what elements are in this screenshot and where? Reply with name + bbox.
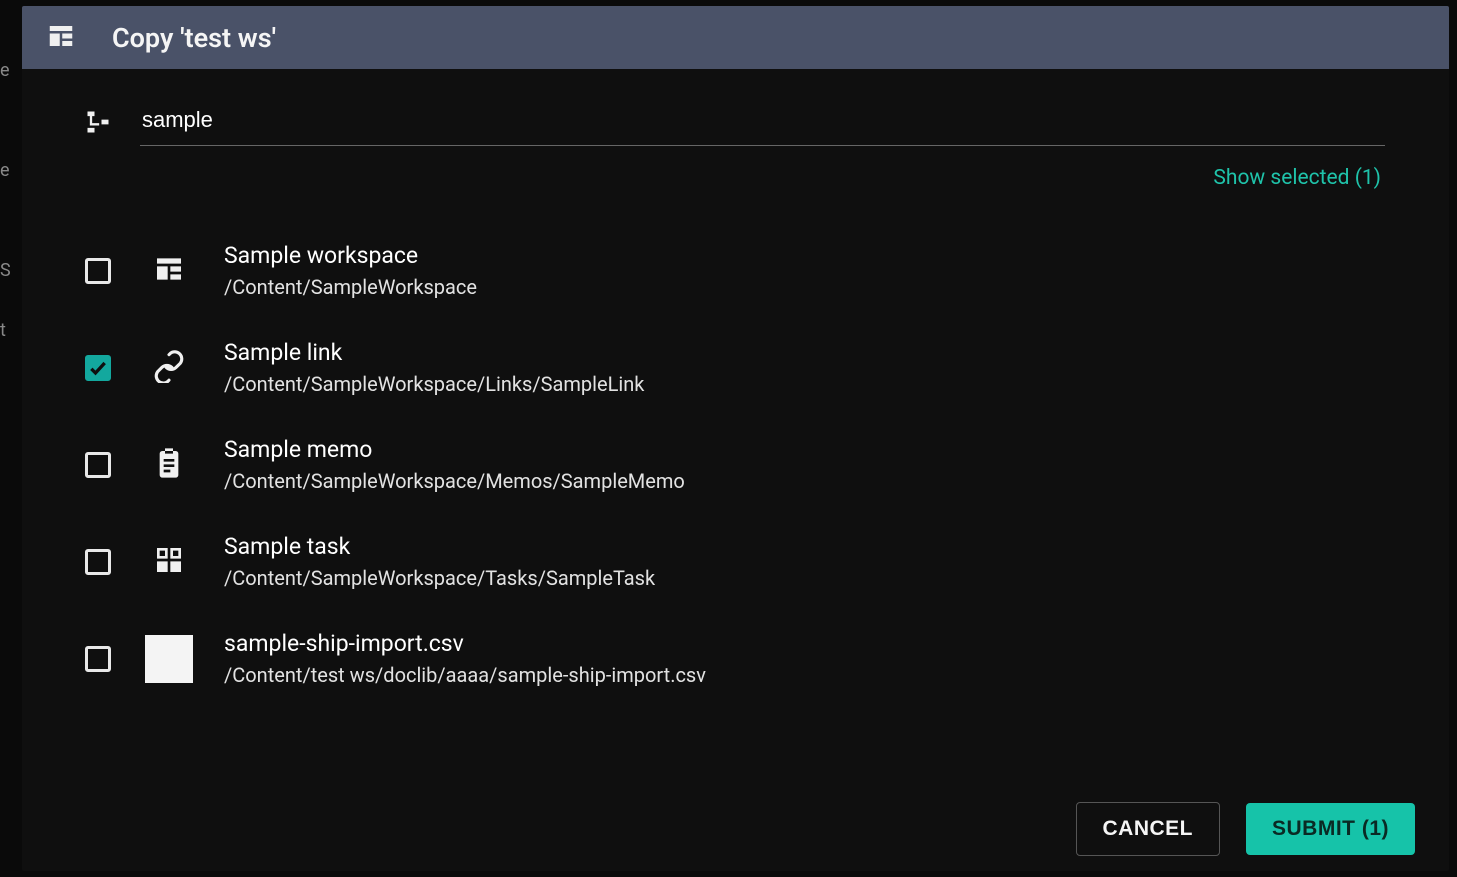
dialog-header: Copy 'test ws' [22,6,1449,69]
item-path: /Content/SampleWorkspace/Tasks/SampleTas… [224,566,1385,590]
scroll-area[interactable]: Show selected (1) Sample workspace [66,97,1405,787]
item-title: Sample link [224,339,1385,366]
item-title: Sample task [224,533,1385,560]
copy-dialog: Copy 'test ws' Show selected (1) [22,6,1449,871]
search-row [66,97,1385,146]
file-thumbnail-icon [145,635,193,683]
checkbox[interactable] [85,646,111,672]
item-path: /Content/SampleWorkspace/Memos/SampleMem… [224,469,1385,493]
result-list: Sample workspace /Content/SampleWorkspac… [66,198,1385,787]
task-icon [153,544,185,580]
workspace-icon [153,253,185,289]
checkbox[interactable] [85,355,111,381]
dialog-footer: CANCEL SUBMIT (1) [22,787,1449,871]
item-title: Sample workspace [224,242,1385,269]
list-overflow [66,707,1385,787]
memo-icon [153,447,185,483]
item-path: /Content/test ws/doclib/aaaa/sample-ship… [224,663,1385,687]
item-title: sample-ship-import.csv [224,630,1385,657]
dialog-body: Show selected (1) Sample workspace [22,69,1449,787]
tree-icon [84,108,112,140]
item-path: /Content/SampleWorkspace/Links/SampleLin… [224,372,1385,396]
item-title: Sample memo [224,436,1385,463]
list-item[interactable]: sample-ship-import.csv /Content/test ws/… [66,610,1385,707]
checkbox[interactable] [85,452,111,478]
show-selected-row: Show selected (1) [66,146,1385,198]
checkbox[interactable] [85,549,111,575]
cancel-button[interactable]: CANCEL [1076,802,1221,856]
item-path: /Content/SampleWorkspace [224,275,1385,299]
list-item[interactable]: Sample task /Content/SampleWorkspace/Tas… [66,513,1385,610]
link-icon [152,349,186,387]
list-item[interactable]: Sample memo /Content/SampleWorkspace/Mem… [66,416,1385,513]
search-input[interactable] [140,101,1385,146]
show-selected-link[interactable]: Show selected (1) [1213,166,1381,190]
dialog-title: Copy 'test ws' [112,22,276,54]
submit-button[interactable]: SUBMIT (1) [1246,803,1415,855]
list-item[interactable]: Sample link /Content/SampleWorkspace/Lin… [66,319,1385,416]
list-item[interactable]: Sample workspace /Content/SampleWorkspac… [66,222,1385,319]
checkbox[interactable] [85,258,111,284]
workspace-icon [46,21,76,55]
